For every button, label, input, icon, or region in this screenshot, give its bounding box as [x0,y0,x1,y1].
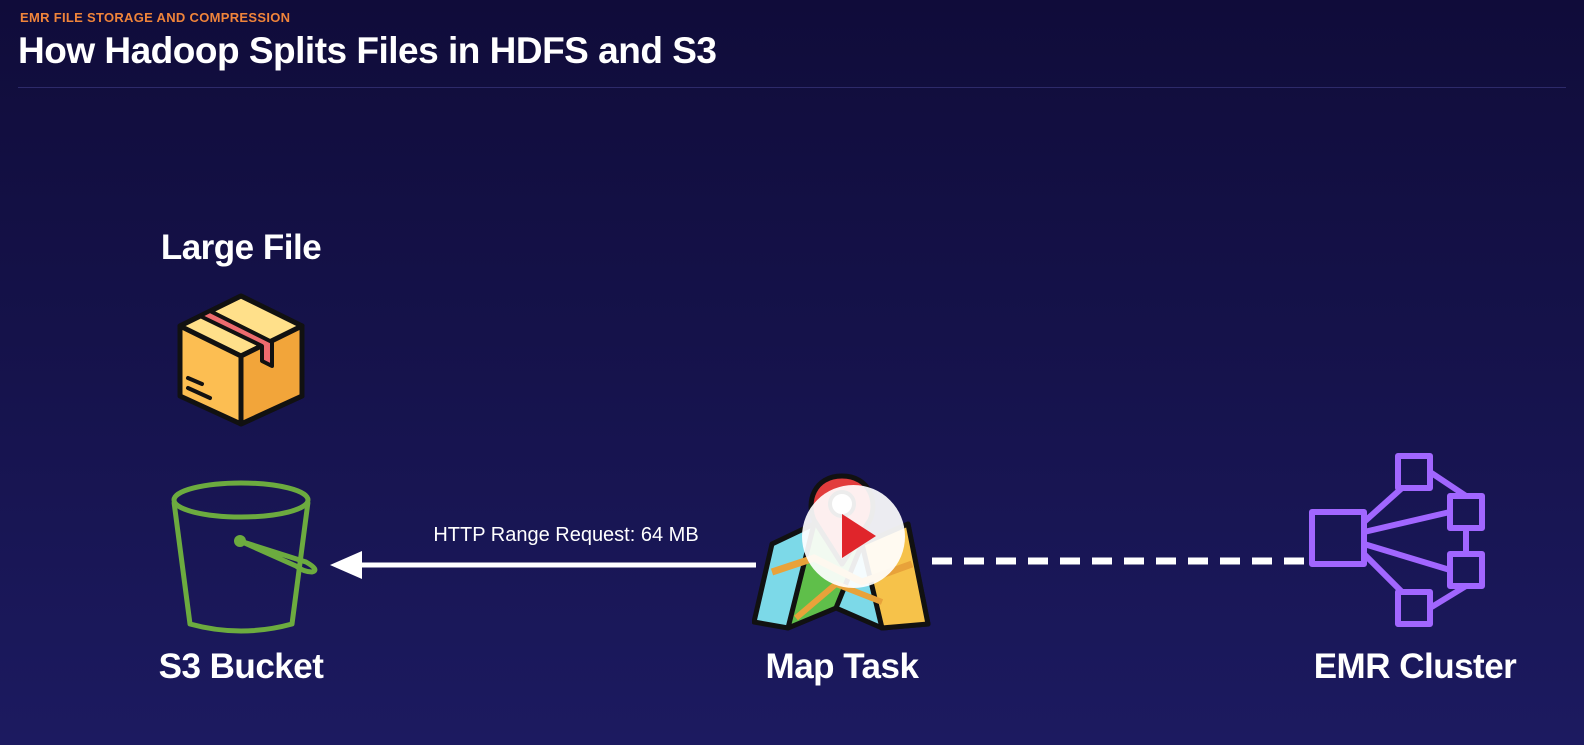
cluster-connector-dashed [932,557,1312,565]
emr-cluster-label: EMR Cluster [1313,647,1517,686]
cluster-network-icon [1309,453,1485,627]
range-request-arrow [330,551,756,579]
page-title: How Hadoop Splits Files in HDFS and S3 [18,30,717,71]
play-button[interactable] [802,485,905,588]
map-task-label: Map Task [765,647,919,686]
s3-bucket-label: S3 Bucket [158,647,324,686]
slide: EMR FILE STORAGE AND COMPRESSION How Had… [0,0,1584,745]
package-box-icon [177,293,305,427]
bucket-icon [171,480,318,634]
large-file-label: Large File [160,228,322,267]
range-request-label: HTTP Range Request: 64 MB [433,524,699,546]
play-icon [842,514,876,558]
section-eyebrow: EMR FILE STORAGE AND COMPRESSION [20,10,291,25]
title-divider [18,87,1566,88]
